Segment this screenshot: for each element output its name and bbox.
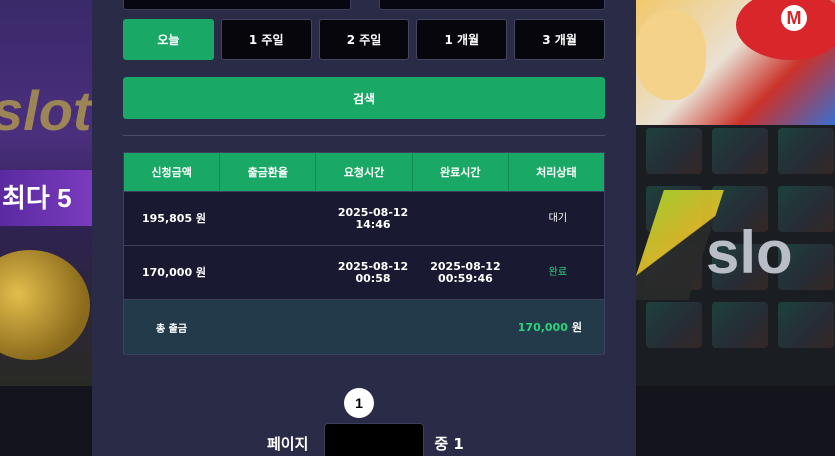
- rate-cell: [234, 246, 326, 299]
- header-requested-amount: 신청금액: [124, 153, 221, 191]
- request-time: 00:58: [355, 271, 391, 285]
- total-label: 총 출금: [156, 323, 188, 335]
- request-time: 14:46: [355, 217, 391, 231]
- game-tile: [712, 302, 768, 348]
- period-filter-buttons: 오늘 1 주일 2 주일 1 개월 3 개월: [123, 19, 605, 60]
- left-brand-text: slot: [0, 79, 92, 142]
- status-cell: 대기: [512, 192, 604, 245]
- game-tile: [778, 302, 834, 348]
- page-label: 페이지: [267, 435, 309, 453]
- request-time-cell: 2025-08-12 14:46: [327, 192, 419, 245]
- date-range-inputs: [123, 0, 605, 10]
- complete-time-cell: [419, 192, 511, 245]
- status-badge: 완료: [548, 266, 568, 278]
- start-date-field[interactable]: [123, 0, 351, 10]
- end-date-field[interactable]: [379, 0, 605, 10]
- table-row: 195,805 원 2025-08-12 14:46 대기: [124, 191, 604, 245]
- request-date: 2025-08-12: [337, 205, 409, 219]
- period-3-months-button[interactable]: 3 개월: [514, 19, 605, 60]
- game-tile: [778, 128, 834, 174]
- withdrawal-table: 신청금액 출금환율 요청시간 완료시간 처리상태 195,805 원 2025-…: [123, 152, 605, 355]
- right-brand-text: slo: [706, 219, 793, 286]
- game-tile: [712, 128, 768, 174]
- cap-letter: M: [781, 5, 807, 31]
- gold-coin-image: [0, 250, 90, 360]
- request-date: 2025-08-12: [337, 259, 409, 273]
- status-badge: 대기: [548, 212, 568, 224]
- period-1-week-button[interactable]: 1 주일: [220, 19, 312, 60]
- header-status: 처리상태: [536, 166, 577, 179]
- page-total-label: 중 1: [434, 435, 464, 453]
- table-header: 신청금액 출금환율 요청시간 완료시간 처리상태: [124, 153, 604, 191]
- total-row: 총 출금 170,000 원: [124, 299, 604, 354]
- amount-cell: 195,805 원: [142, 211, 207, 225]
- withdrawal-history-panel: 오늘 1 주일 2 주일 1 개월 3 개월 검색 신청금액 출금환율 요청시간…: [92, 0, 636, 456]
- current-page-button[interactable]: 1: [344, 388, 374, 418]
- complete-date: 2025-08-12: [430, 259, 501, 273]
- search-button[interactable]: 검색: [123, 77, 605, 119]
- total-amount: 170,000: [517, 321, 568, 334]
- total-unit: 원: [571, 321, 582, 334]
- character-face: [636, 10, 706, 100]
- complete-time: 00:59:46: [438, 271, 493, 285]
- pagination-controls: 페이지 중 1: [267, 423, 464, 456]
- left-bonus-text: 최다 5: [2, 183, 72, 213]
- period-2-weeks-button[interactable]: 2 주일: [318, 19, 410, 60]
- request-time-cell: 2025-08-12 00:58: [327, 246, 419, 299]
- total-value: 170,000 원: [518, 319, 582, 335]
- header-request-time: 요청시간: [316, 153, 413, 191]
- period-today-button[interactable]: 오늘: [123, 19, 214, 60]
- header-complete-time: 완료시간: [413, 153, 509, 191]
- amount-cell: 170,000 원: [142, 265, 207, 279]
- game-tile: [646, 128, 702, 174]
- section-divider: [123, 135, 605, 136]
- header-withdrawal-rate: 출금환율: [220, 153, 317, 191]
- complete-time-cell: 2025-08-12 00:59:46: [419, 246, 511, 299]
- page-number-input[interactable]: [324, 423, 425, 456]
- game-tile: [646, 302, 702, 348]
- mario-hero-image: M: [636, 0, 835, 125]
- left-background-banner: slot 최다 5: [0, 0, 92, 386]
- table-row: 170,000 원 2025-08-12 00:58 2025-08-12 00…: [124, 245, 604, 299]
- rate-cell: [234, 192, 326, 245]
- period-1-month-button[interactable]: 1 개월: [416, 19, 508, 60]
- status-cell: 완료: [512, 246, 604, 299]
- right-background-banner: M slo: [636, 0, 835, 386]
